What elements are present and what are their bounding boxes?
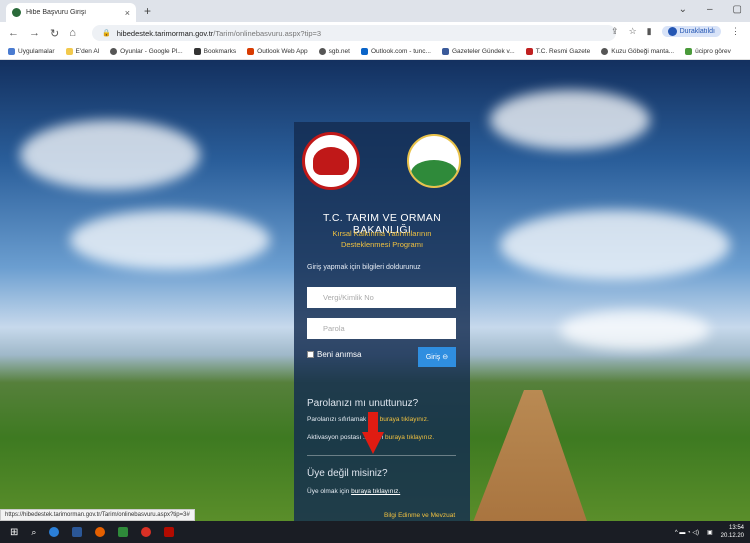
tab-bar: Hibe Başvuru Girişi × + ⌄ – ▢ <box>0 0 750 22</box>
url-bar[interactable]: 🔒 hibedestek.tarimorman.gov.tr/Tarim/onl… <box>92 25 616 41</box>
cloud <box>500 210 730 280</box>
bookmark-item[interactable]: Outlook.com - tunc... <box>360 48 431 55</box>
cloud <box>70 210 270 270</box>
lock-icon: 🔒 <box>102 30 111 37</box>
chrome-icon[interactable] <box>141 527 152 537</box>
remember-label: Beni anımsa <box>317 350 362 359</box>
program-title: Kırsal Kalkınma Yatırımlarının Desteklen… <box>314 228 450 250</box>
cloud <box>20 120 200 190</box>
member-line: Üye olmak için buraya tıklayınız. <box>307 488 401 495</box>
url-domain: hibedestek.tarimorman.gov.tr <box>116 28 214 38</box>
maximize-icon[interactable]: ▢ <box>733 4 742 15</box>
forward-icon[interactable]: → <box>29 27 40 40</box>
password-input[interactable] <box>307 318 456 339</box>
remember-checkbox[interactable]: Beni anımsa <box>307 350 361 359</box>
firefox-icon[interactable] <box>95 527 106 537</box>
new-tab-button[interactable]: + <box>144 4 151 18</box>
cloud <box>560 310 710 350</box>
toolbar-right: ⇪ ☆ ▮ Duraklatıldı ⋮ <box>611 26 740 37</box>
star-icon <box>193 48 201 55</box>
bookmark-item[interactable]: Kuzu Göbeği manta... <box>601 48 674 55</box>
bookmark-item[interactable]: ücipro görev <box>685 48 731 55</box>
bookmark-item[interactable]: Gazeteler Gündek v... <box>441 48 515 55</box>
bookmark-item[interactable]: Oyunlar - Google Pl... <box>110 48 183 55</box>
ie-icon[interactable] <box>49 527 60 537</box>
profile-button[interactable]: Duraklatıldı <box>661 26 721 37</box>
folder-icon <box>65 48 73 55</box>
office-icon <box>247 48 255 55</box>
forgot-password-heading: Parolanızı mı unuttunuz? <box>307 398 419 409</box>
windows-start-icon[interactable]: ⊞ <box>10 527 18 538</box>
clock-date: 20.12.20 <box>720 533 744 539</box>
red-arrow-shaft <box>368 412 378 434</box>
bookmark-item[interactable]: Outlook Web App <box>247 48 308 55</box>
reload-icon[interactable]: ↻ <box>50 27 59 40</box>
info-link[interactable]: Bilgi Edinme ve Mevzuat <box>384 512 455 519</box>
newspaper-icon <box>441 48 449 55</box>
sidepanel-icon[interactable]: ▮ <box>647 26 652 37</box>
member-heading: Üye değil misiniz? <box>307 468 388 479</box>
checkbox-icon <box>307 351 314 358</box>
clock-time: 13:54 <box>728 525 744 531</box>
bookmark-apps[interactable]: Uygulamalar <box>8 48 55 55</box>
tab-close-icon[interactable]: × <box>125 8 130 18</box>
cloud <box>490 90 650 150</box>
globe-icon <box>318 48 326 55</box>
system-tray: ^ ▬ ◔ ◁) ▣ 13:54 20.12.20 <box>675 524 744 540</box>
tab-hibe-basvuru[interactable]: Hibe Başvuru Girişi × <box>6 3 136 22</box>
site-favicon-icon <box>12 8 21 17</box>
login-hint: Giriş yapmak için bilgileri doldurunuz <box>307 264 421 271</box>
member-link[interactable]: buraya tıklayınız. <box>351 488 400 495</box>
address-toolbar: ← → ↻ ⌂ 🔒 hibedestek.tarimorman.gov.tr/T… <box>0 22 750 44</box>
program-line1: Kırsal Kalkınma Yatırımlarının <box>332 229 432 238</box>
explorer-icon[interactable] <box>118 527 129 537</box>
profile-label: Duraklatıldı <box>679 28 715 35</box>
bookmark-item[interactable]: sgb.net <box>318 48 350 55</box>
bookmark-item[interactable]: Bookmarks <box>193 48 236 55</box>
tab-title: Hibe Başvuru Girişi <box>26 9 86 16</box>
tray-icons[interactable]: ^ ▬ ◔ ◁) <box>675 529 699 536</box>
nav-buttons: ← → ↻ ⌂ <box>8 27 76 40</box>
avatar <box>667 27 677 36</box>
arrow-right-circle-icon: ⊖ <box>442 354 449 361</box>
bookmarks-bar: Uygulamalar E'den Al Oyunlar - Google Pl… <box>0 44 750 60</box>
bookmark-item[interactable]: E'den Al <box>65 48 99 55</box>
dirt-road <box>470 390 590 521</box>
reset-link[interactable]: buraya tıklayınız. <box>380 416 429 423</box>
tax-id-input[interactable] <box>307 287 456 308</box>
globe-icon <box>601 48 609 55</box>
leaf-icon <box>685 48 693 55</box>
program-line2: Desteklenmesi Programı <box>340 240 424 249</box>
notification-icon[interactable]: ▣ <box>707 529 713 536</box>
bookmark-item[interactable]: T.C. Resmi Gazete <box>525 48 590 55</box>
program-logo <box>407 134 461 188</box>
gazette-icon <box>525 48 533 55</box>
windows-taskbar: ⊞ ⌕ ^ ▬ ◔ ◁) ▣ 13:54 20.12.20 <box>0 521 750 543</box>
home-icon[interactable]: ⌂ <box>69 27 76 40</box>
divider <box>307 455 456 456</box>
tab-search-icon[interactable]: ⌄ <box>679 4 687 15</box>
search-icon[interactable]: ⌕ <box>31 527 36 538</box>
status-bar-url: https://hibedestek.tarimorman.gov.tr/Tar… <box>0 509 195 521</box>
login-label: Giriş <box>425 353 441 361</box>
share-icon[interactable]: ⇪ <box>611 26 619 37</box>
ministry-logo <box>302 132 360 190</box>
window-controls: ⌄ – ▢ <box>679 4 742 15</box>
back-icon[interactable]: ← <box>8 27 19 40</box>
red-arrow-head <box>362 432 384 454</box>
pdf-icon[interactable] <box>164 527 175 537</box>
activation-link[interactable]: buraya tıklayınız. <box>385 434 434 441</box>
login-button[interactable]: Giriş ⊖ <box>418 347 456 367</box>
login-panel: T.C. TARIM VE ORMAN BAKANLIĞI Kırsal Kal… <box>294 122 470 521</box>
globe-icon <box>110 48 118 55</box>
apps-icon <box>8 48 15 55</box>
minimize-icon[interactable]: – <box>707 4 713 15</box>
word-icon[interactable] <box>72 527 83 537</box>
url-path: /Tarim/onlinebasvuru.aspx?tip=3 <box>213 28 322 38</box>
bookmark-star-icon[interactable]: ☆ <box>629 26 637 37</box>
menu-icon[interactable]: ⋮ <box>731 26 740 37</box>
clock[interactable]: 13:54 20.12.20 <box>721 524 744 540</box>
outlook-icon <box>360 48 368 55</box>
